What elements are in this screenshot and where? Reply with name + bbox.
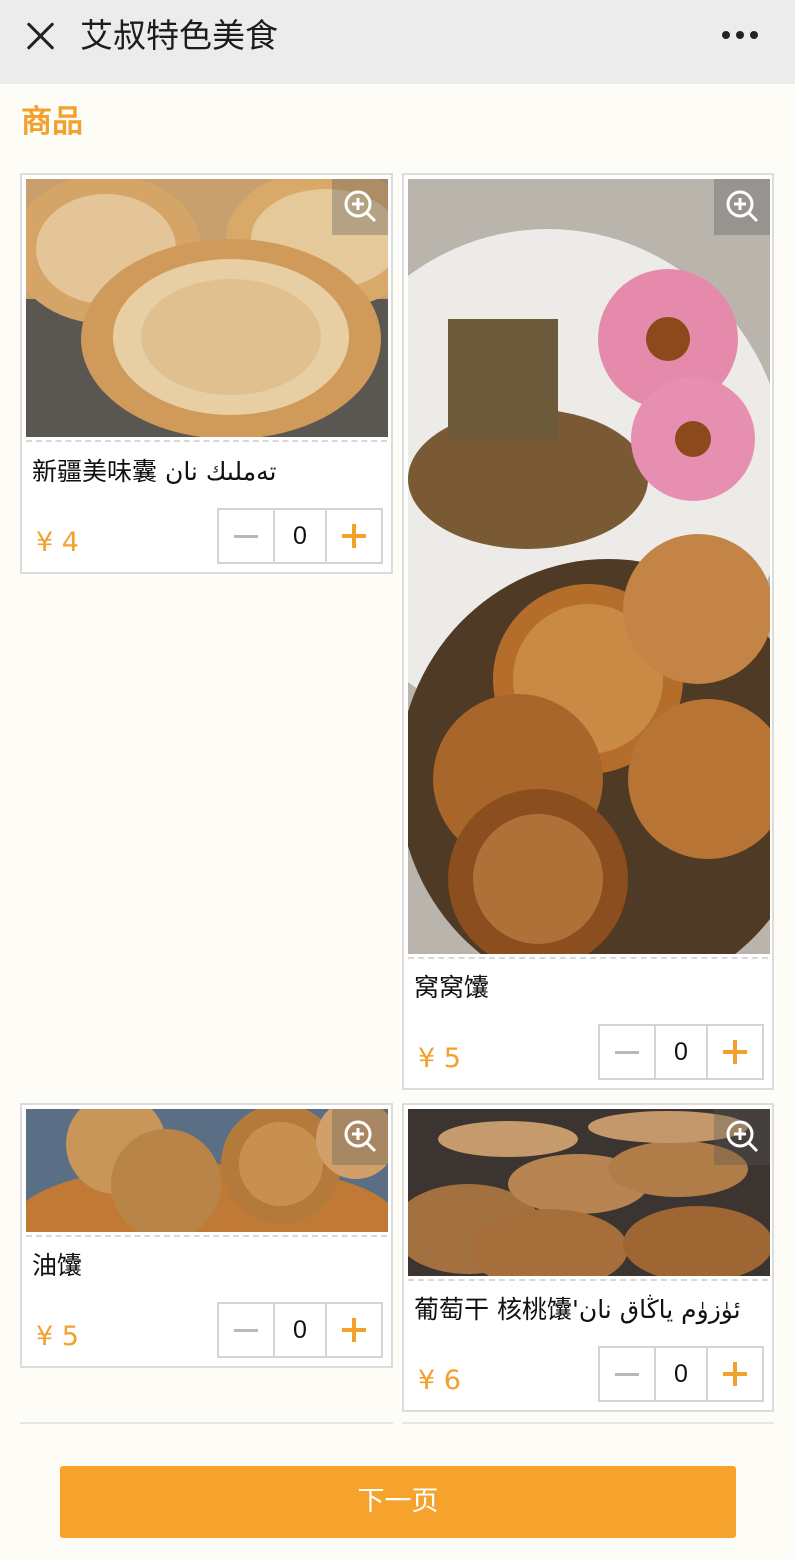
price-value: 5 — [443, 1043, 461, 1074]
quantity-value[interactable]: 0 — [273, 1304, 327, 1356]
product-image[interactable] — [408, 1109, 770, 1276]
product-name: 窝窝馕 — [414, 973, 490, 1002]
product-image[interactable] — [26, 179, 388, 437]
currency-symbol: ¥ — [418, 1043, 436, 1074]
quantity-value[interactable]: 0 — [654, 1348, 708, 1400]
currency-symbol: ¥ — [418, 1365, 436, 1396]
product-price: ¥ 4 — [36, 525, 79, 561]
price-value: 4 — [61, 527, 79, 558]
product-price: ¥ 5 — [418, 1041, 461, 1077]
quantity-value[interactable]: 0 — [273, 510, 327, 562]
top-bar: 艾叔特色美食 — [0, 0, 795, 84]
product-image[interactable] — [26, 1109, 388, 1232]
divider — [408, 957, 768, 959]
product-name: 油馕 — [32, 1251, 83, 1280]
currency-symbol: ¥ — [36, 1321, 54, 1352]
product-card[interactable]: 窝窝馕 ¥ 5 0 — [402, 173, 774, 1090]
bottom-bar: 下一页 — [0, 1424, 795, 1559]
product-card[interactable]: 葡萄干 核桃馕'ئۈزۈم ياڭاق نان ¥ 6 0 — [402, 1103, 774, 1412]
increase-button[interactable] — [708, 1348, 762, 1400]
product-price: ¥ 6 — [418, 1363, 461, 1399]
price-value: 5 — [61, 1321, 79, 1352]
more-options-icon[interactable] — [720, 31, 760, 41]
zoom-icon[interactable] — [714, 1109, 770, 1165]
decrease-button[interactable] — [219, 510, 273, 562]
quantity-stepper[interactable]: 0 — [217, 508, 383, 564]
product-price: ¥ 5 — [36, 1319, 79, 1355]
product-card[interactable]: 新疆美味囊 تەملىك نان ¥ 4 0 — [20, 173, 393, 574]
divider — [26, 440, 387, 442]
zoom-icon[interactable] — [332, 179, 388, 235]
divider — [26, 1235, 387, 1237]
increase-button[interactable] — [327, 1304, 381, 1356]
increase-button[interactable] — [327, 510, 381, 562]
product-name: 新疆美味囊 تەملىك نان — [32, 457, 277, 486]
increase-button[interactable] — [708, 1026, 762, 1078]
decrease-button[interactable] — [600, 1348, 654, 1400]
next-page-button[interactable]: 下一页 — [60, 1466, 736, 1538]
price-value: 6 — [443, 1365, 461, 1396]
divider — [408, 1279, 768, 1281]
quantity-stepper[interactable]: 0 — [598, 1024, 764, 1080]
zoom-icon[interactable] — [714, 179, 770, 235]
product-image[interactable] — [408, 179, 770, 954]
product-card[interactable]: 油馕 ¥ 5 0 — [20, 1103, 393, 1368]
quantity-stepper[interactable]: 0 — [217, 1302, 383, 1358]
decrease-button[interactable] — [600, 1026, 654, 1078]
section-title: 商品 — [21, 104, 83, 140]
quantity-stepper[interactable]: 0 — [598, 1346, 764, 1402]
product-name: 葡萄干 核桃馕'ئۈزۈم ياڭاق نان — [414, 1295, 741, 1324]
currency-symbol: ¥ — [36, 527, 54, 558]
quantity-value[interactable]: 0 — [654, 1026, 708, 1078]
decrease-button[interactable] — [219, 1304, 273, 1356]
close-icon[interactable] — [24, 20, 56, 52]
zoom-icon[interactable] — [332, 1109, 388, 1165]
app-title: 艾叔特色美食 — [80, 16, 278, 55]
